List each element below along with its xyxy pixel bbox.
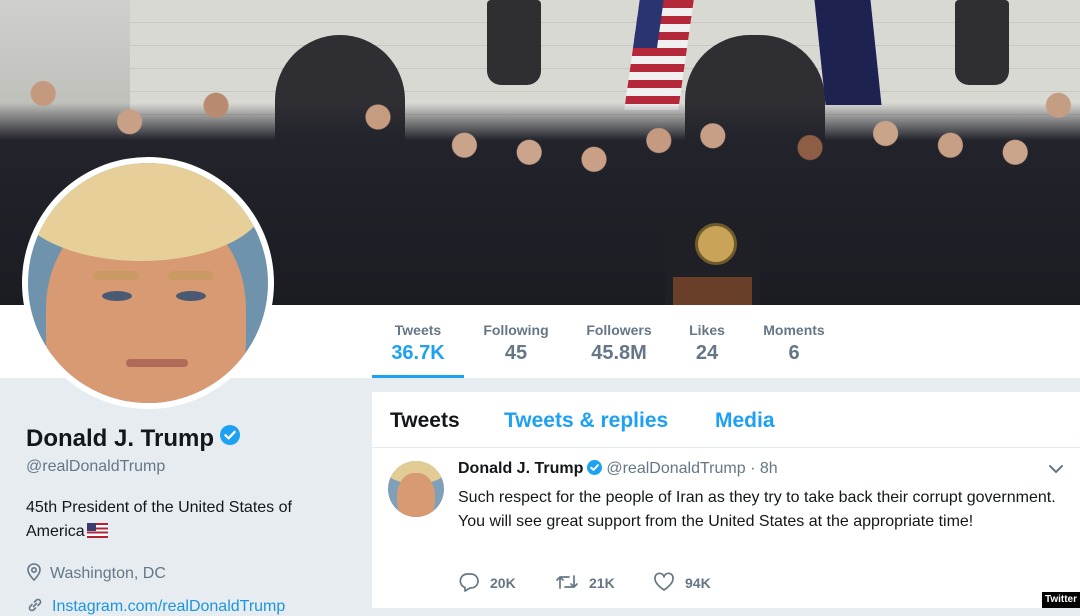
nav-followers[interactable]: Followers 45.8M (578, 305, 660, 378)
reply-count: 20K (490, 575, 516, 591)
chevron-down-icon[interactable] (1048, 462, 1064, 480)
nav-moments[interactable]: Moments 6 (752, 305, 836, 378)
verified-badge-icon (587, 460, 603, 480)
profile-bio-text: 45th President of the United States of A… (26, 499, 292, 540)
image-credit: Twitter (1042, 592, 1080, 608)
profile-location: Washington, DC (26, 563, 166, 583)
nav-following-count: 45 (504, 342, 528, 364)
profile-name[interactable]: Donald J. Trump (26, 425, 214, 452)
tweet-separator: · (750, 460, 756, 477)
reply-icon (458, 573, 490, 592)
nav-tweets[interactable]: Tweets 36.7K (372, 305, 464, 378)
tweet-text: Such respect for the people of Iran as t… (458, 489, 1056, 530)
tweet[interactable]: Donald J. Trump @realDonaldTrump · 8h Suc… (372, 448, 1080, 608)
like-heart-icon (653, 572, 685, 591)
profile-bio: 45th President of the United States of A… (26, 496, 326, 544)
presidential-seal-icon (695, 223, 737, 265)
nav-likes[interactable]: Likes 24 (680, 305, 734, 378)
tab-tweets[interactable]: Tweets (390, 409, 460, 433)
nav-tweets-count: 36.7K (391, 342, 445, 364)
tab-tweets-and-replies[interactable]: Tweets & replies (504, 409, 668, 433)
nav-moments-label: Moments (763, 322, 825, 338)
podium-image (665, 215, 760, 305)
profile-handle[interactable]: @realDonaldTrump (26, 458, 165, 476)
retweet-count: 21K (589, 575, 615, 591)
location-pin-icon (26, 563, 50, 582)
nav-followers-label: Followers (586, 322, 652, 338)
retweet-button[interactable]: 21K (555, 572, 615, 592)
like-count: 94K (685, 575, 711, 591)
nav-following[interactable]: Following 45 (476, 305, 556, 378)
profile-link-text[interactable]: Instagram.com/realDonaldTrump (52, 598, 285, 615)
us-flag-icon (86, 523, 108, 538)
tab-media[interactable]: Media (715, 409, 775, 433)
nav-likes-count: 24 (695, 342, 719, 364)
tweet-avatar[interactable] (388, 461, 444, 517)
nav-likes-label: Likes (689, 322, 725, 338)
nav-following-label: Following (483, 322, 549, 338)
profile-avatar[interactable] (22, 157, 274, 409)
like-button[interactable]: 94K (653, 572, 711, 592)
profile-card: Donald J. Trump @realDonaldTrump 45th Pr… (0, 379, 372, 615)
nav-followers-count: 45.8M (591, 342, 647, 364)
retweet-icon (555, 575, 589, 591)
nav-moments-count: 6 (788, 342, 800, 364)
timeline: Tweets Tweets & replies Media Donald J. … (372, 392, 1080, 608)
tweet-timestamp[interactable]: 8h (760, 460, 778, 477)
reply-button[interactable]: 20K (458, 572, 516, 592)
link-icon (26, 598, 52, 615)
tweet-header: Donald J. Trump @realDonaldTrump · 8h (458, 460, 778, 480)
profile-name-row: Donald J. Trump (26, 424, 241, 454)
nav-tweets-label: Tweets (394, 322, 442, 338)
verified-badge-icon (220, 424, 241, 452)
profile-link[interactable]: Instagram.com/realDonaldTrump (26, 596, 285, 616)
tweet-author-name[interactable]: Donald J. Trump (458, 460, 583, 477)
tweet-author-handle[interactable]: @realDonaldTrump (606, 460, 745, 477)
profile-location-text: Washington, DC (50, 565, 166, 582)
timeline-tabs: Tweets Tweets & replies Media (372, 392, 1080, 448)
